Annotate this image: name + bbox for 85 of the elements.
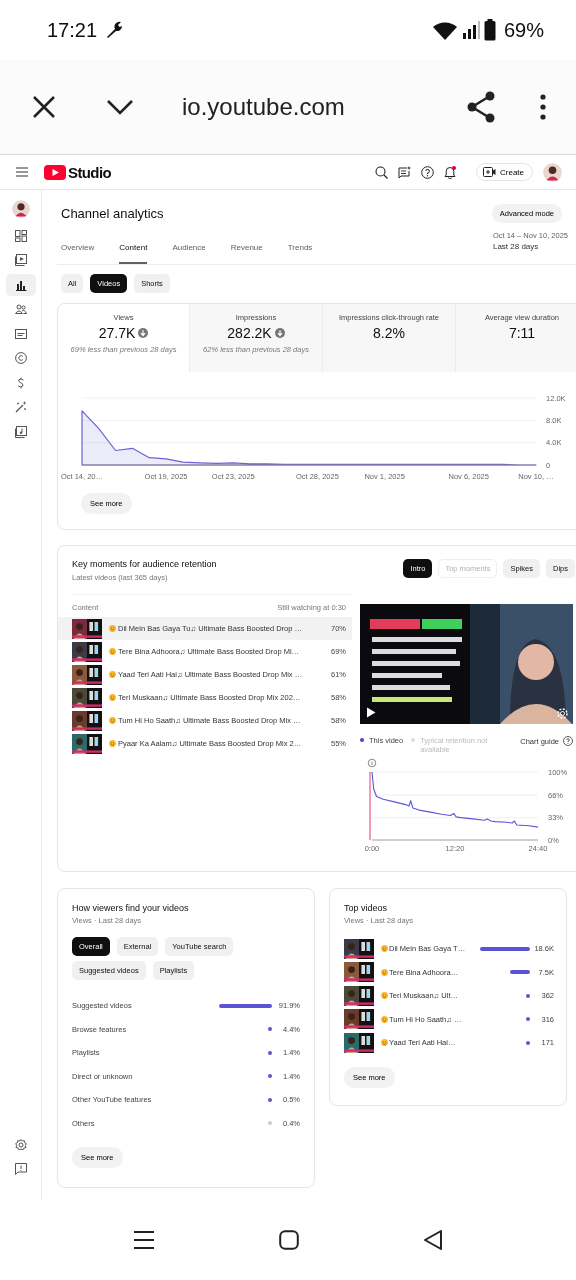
- logo-text: Studio: [68, 163, 112, 181]
- menu-button[interactable]: [16, 167, 28, 177]
- music-icon: [14, 425, 27, 438]
- home-button[interactable]: [279, 1230, 299, 1250]
- magic-wand-icon: [14, 401, 27, 413]
- analytics-icon: [14, 278, 27, 291]
- chat-sparkle-icon: [398, 165, 411, 179]
- close-button[interactable]: [32, 95, 56, 119]
- metric-value: 7:11: [508, 325, 536, 341]
- smiley-icon: [381, 1015, 388, 1023]
- views-bar: [480, 946, 530, 951]
- card-title: How viewers find your videos: [72, 903, 190, 913]
- video-icon: [14, 254, 27, 266]
- views-bar: [509, 970, 530, 975]
- period-selector[interactable]: Last 28 days: [492, 242, 568, 251]
- home-icon: [279, 1230, 299, 1250]
- card-title: Top videos: [344, 903, 389, 913]
- back-button[interactable]: [423, 1229, 443, 1251]
- bell-icon: [444, 165, 456, 179]
- help-button[interactable]: [421, 165, 434, 179]
- info-icon[interactable]: [367, 758, 377, 768]
- back-icon: [423, 1229, 443, 1251]
- tab[interactable]: Overview: [61, 243, 95, 264]
- smiley-icon: [109, 740, 116, 747]
- views-dot: [526, 993, 530, 998]
- battery-icon: [483, 19, 496, 41]
- avatar[interactable]: [11, 200, 30, 218]
- menu-icon: [133, 1230, 155, 1250]
- tab[interactable]: Content: [119, 243, 148, 264]
- close-icon: [32, 95, 56, 119]
- battery-level: 69%: [503, 18, 544, 42]
- settings-icon[interactable]: [557, 708, 568, 719]
- help-icon: [563, 736, 573, 746]
- search-button[interactable]: [375, 165, 388, 179]
- copyright-icon: [14, 352, 27, 364]
- play-icon[interactable]: [366, 707, 376, 718]
- metric-value: 27.7K: [98, 325, 136, 341]
- arrow-down-icon: [138, 328, 149, 338]
- smiley-icon: [381, 968, 388, 976]
- status-time: 17:21: [47, 18, 98, 42]
- settings-icon: [14, 1138, 27, 1151]
- people-icon: [14, 303, 27, 315]
- menu-icon: [16, 167, 28, 177]
- metric-value: 8.2%: [373, 325, 405, 341]
- subtitles-icon: [14, 327, 27, 340]
- help-icon: [421, 165, 434, 179]
- share-icon: [466, 91, 496, 123]
- share-button[interactable]: [466, 91, 496, 123]
- dashboard-icon: [14, 229, 27, 242]
- metric-value: 282.2K: [227, 325, 272, 341]
- chevron-down-icon: [106, 99, 134, 115]
- feedback-icon: [14, 1163, 27, 1175]
- notifications-button[interactable]: [444, 165, 456, 179]
- intro-marker: [369, 771, 371, 841]
- smiley-icon: [109, 694, 116, 701]
- smiley-icon: [381, 945, 388, 953]
- tab[interactable]: Revenue: [230, 243, 263, 264]
- page-title: Channel analytics: [61, 205, 165, 221]
- smiley-icon: [109, 648, 116, 655]
- wifi-icon: [431, 20, 458, 40]
- search-icon: [375, 165, 388, 179]
- card-title: Key moments for audience retention: [72, 559, 218, 569]
- notification-dot: [452, 165, 456, 170]
- feedback-button[interactable]: [398, 165, 411, 179]
- signal-icon: [461, 20, 480, 40]
- youtube-logo-icon: [44, 164, 66, 180]
- more-button[interactable]: [540, 94, 546, 120]
- video-plus-icon: [483, 167, 496, 177]
- smiley-icon: [381, 992, 388, 1000]
- arrow-down-icon: [274, 328, 285, 338]
- smiley-icon: [109, 717, 116, 724]
- recent-apps-button[interactable]: [133, 1230, 155, 1250]
- smiley-icon: [381, 1039, 388, 1047]
- more-icon: [540, 94, 546, 120]
- avatar[interactable]: [543, 162, 562, 182]
- smiley-icon: [109, 625, 116, 632]
- smiley-icon: [109, 671, 116, 678]
- sidebar-item[interactable]: [5, 273, 36, 296]
- views-dot: [526, 1040, 530, 1045]
- views-dot: [526, 1017, 530, 1022]
- tab[interactable]: Trends: [287, 243, 313, 264]
- create-button[interactable]: Create: [476, 163, 533, 181]
- dropdown-button[interactable]: [106, 99, 134, 115]
- url-text[interactable]: io.youtube.com: [182, 93, 466, 121]
- tab[interactable]: Audience: [172, 243, 206, 264]
